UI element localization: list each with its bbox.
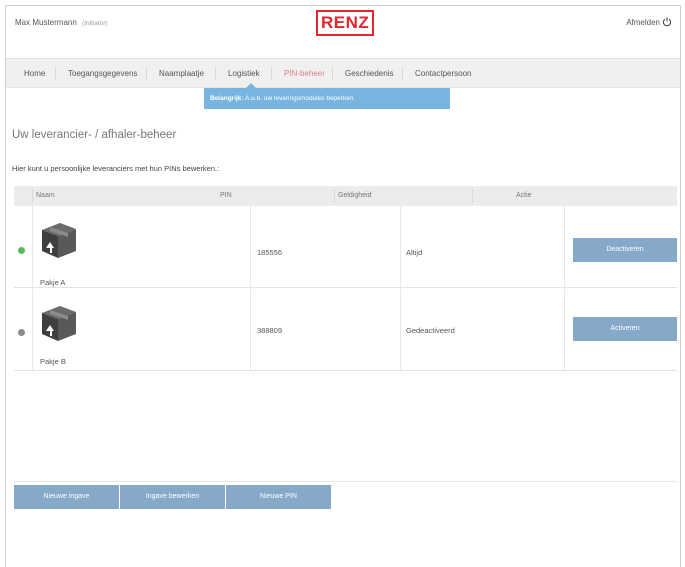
notice-text: A.u.b. uw leveringsmodules beperken. [243,95,356,102]
nav-item-naamplaatje[interactable]: Naamplaatje [147,59,216,89]
new-pin-button[interactable]: Nieuwe PIN [226,485,331,509]
pin-value: 388809 [257,326,283,335]
logout-button[interactable]: Afmelden [626,17,672,27]
row-divider [564,206,565,288]
package-icon [42,223,76,258]
nav-item-toegangsgegevens[interactable]: Toegangsgegevens [56,59,149,89]
table-header: Naam PIN Geldigheid Actie [14,186,677,206]
header-divider [32,189,33,203]
user-info: Max Mustermann (Initiator) [15,18,108,27]
user-role: (Initiator) [82,20,108,27]
nav-item-contactpersoon[interactable]: Contactpersoon [403,59,483,89]
validity-value: Altijd [406,248,423,257]
row-divider [250,289,251,371]
header-divider [334,189,335,203]
notice-bold: Belangrijk: [210,95,244,102]
row-divider [32,289,33,371]
app-window: Max Mustermann (Initiator) RENZ Afmelden… [5,5,681,567]
top-bar: Max Mustermann (Initiator) RENZ Afmelden [6,6,680,46]
package-icon [42,306,76,341]
deactivate-button[interactable]: Deactiveren [573,238,677,262]
status-dot-active [18,247,25,254]
table-row: Pakje B 388809 Gedeactiveerd Activeren [14,289,677,371]
nav-item-logistiek[interactable]: Logistiek [216,59,272,89]
header-divider [472,189,473,203]
column-header-geldigheid: Geldigheid [338,192,372,199]
edit-entry-button[interactable]: Ingave bewerken [120,485,225,509]
package-name: Pakje A [40,278,66,287]
row-divider [400,206,401,288]
user-name: Max Mustermann [15,18,77,27]
page-description: Hier kunt u persoonlijke leveranciers me… [12,164,220,173]
nav-item-geschiedenis[interactable]: Geschiedenis [333,59,405,89]
validity-value: Gedeactiveerd [406,326,455,335]
bottom-toolbar: Nieuwe ingave Ingave bewerken Nieuwe PIN [14,485,331,509]
power-icon [662,17,672,27]
column-header-naam: Naam [36,192,55,199]
nav-item-home[interactable]: Home [12,59,57,89]
page-title: Uw leverancier- / afhaler-beheer [12,129,177,141]
renz-logo: RENZ [316,10,375,36]
row-divider [250,206,251,288]
row-divider [32,206,33,288]
column-header-pin: PIN [220,192,232,199]
new-entry-button[interactable]: Nieuwe ingave [14,485,119,509]
row-divider [564,289,565,371]
divider [14,481,677,482]
logout-label: Afmelden [626,17,660,27]
logo-text: RENZ [321,13,370,32]
table-row: Pakje A 185556 Altijd Deactiveren [14,206,677,288]
logo-frame: RENZ [316,10,375,36]
row-divider [400,289,401,371]
nav-item-pin-beheer[interactable]: PIN-beheer [272,59,337,89]
info-tooltip: Belangrijk: A.u.b. uw leveringsmodules b… [204,83,450,109]
package-name: Pakje B [40,357,66,366]
column-header-actie: Actie [516,192,532,199]
main-nav: Home Toegangsgegevens Naamplaatje Logist… [6,58,680,89]
activate-button[interactable]: Activeren [573,317,677,341]
status-dot-inactive [18,329,25,336]
pin-value: 185556 [257,248,283,257]
